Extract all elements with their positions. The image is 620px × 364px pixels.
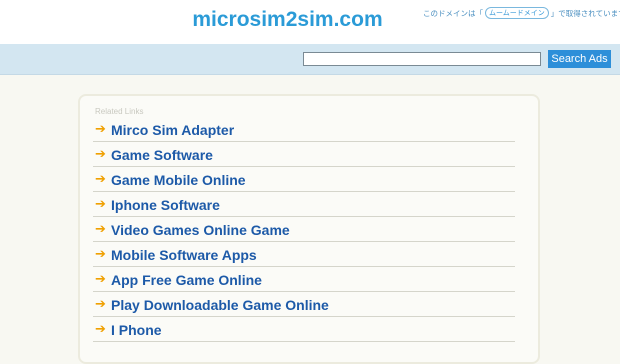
related-links-label: Related Links — [95, 107, 144, 116]
arrow-right-icon: ➔ — [95, 297, 106, 312]
related-link[interactable]: Iphone Software — [111, 197, 220, 213]
arrow-right-icon: ➔ — [95, 272, 106, 287]
related-links-list: ➔ Mirco Sim Adapter ➔ Game Software ➔ Game … — [93, 118, 515, 343]
related-link[interactable]: Game Mobile Online — [111, 172, 246, 188]
list-item[interactable]: ➔ Mirco Sim Adapter — [93, 118, 515, 142]
arrow-right-icon: ➔ — [95, 172, 106, 187]
arrow-right-icon: ➔ — [95, 222, 106, 237]
related-link[interactable]: Play Downloadable Game Online — [111, 297, 329, 313]
related-link[interactable]: Mirco Sim Adapter — [111, 122, 234, 138]
list-item[interactable]: ➔ Iphone Software — [93, 193, 515, 217]
arrow-right-icon: ➔ — [95, 247, 106, 262]
arrow-right-icon: ➔ — [95, 147, 106, 162]
registrar-logo[interactable]: ムームードメイン — [485, 7, 549, 19]
list-item[interactable]: ➔ Mobile Software Apps — [93, 243, 515, 267]
list-item[interactable]: ➔ Play Downloadable Game Online — [93, 293, 515, 317]
related-link[interactable]: Game Software — [111, 147, 213, 163]
notice-text-before: このドメインは「 — [423, 8, 483, 18]
arrow-right-icon: ➔ — [95, 122, 106, 137]
arrow-right-icon: ➔ — [95, 197, 106, 212]
header: microsim2sim.com このドメインは「 ムームードメイン 」で取得さ… — [0, 0, 620, 44]
related-link[interactable]: Mobile Software Apps — [111, 247, 257, 263]
search-ads-button[interactable]: Search Ads — [548, 50, 611, 68]
list-item[interactable]: ➔ I Phone — [93, 318, 515, 342]
notice-text-after: 」で取得されています — [550, 8, 620, 18]
arrow-right-icon: ➔ — [95, 322, 106, 337]
list-item[interactable]: ➔ Game Mobile Online — [93, 168, 515, 192]
list-item[interactable]: ➔ Video Games Online Game — [93, 218, 515, 242]
list-item[interactable]: ➔ Game Software — [93, 143, 515, 167]
related-link[interactable]: Video Games Online Game — [111, 222, 290, 238]
domain-registrar-notice[interactable]: このドメインは「 ムームードメイン 」で取得されています — [423, 6, 620, 20]
search-input[interactable] — [303, 52, 541, 66]
related-link[interactable]: I Phone — [111, 322, 162, 338]
related-link[interactable]: App Free Game Online — [111, 272, 262, 288]
list-item[interactable]: ➔ App Free Game Online — [93, 268, 515, 292]
